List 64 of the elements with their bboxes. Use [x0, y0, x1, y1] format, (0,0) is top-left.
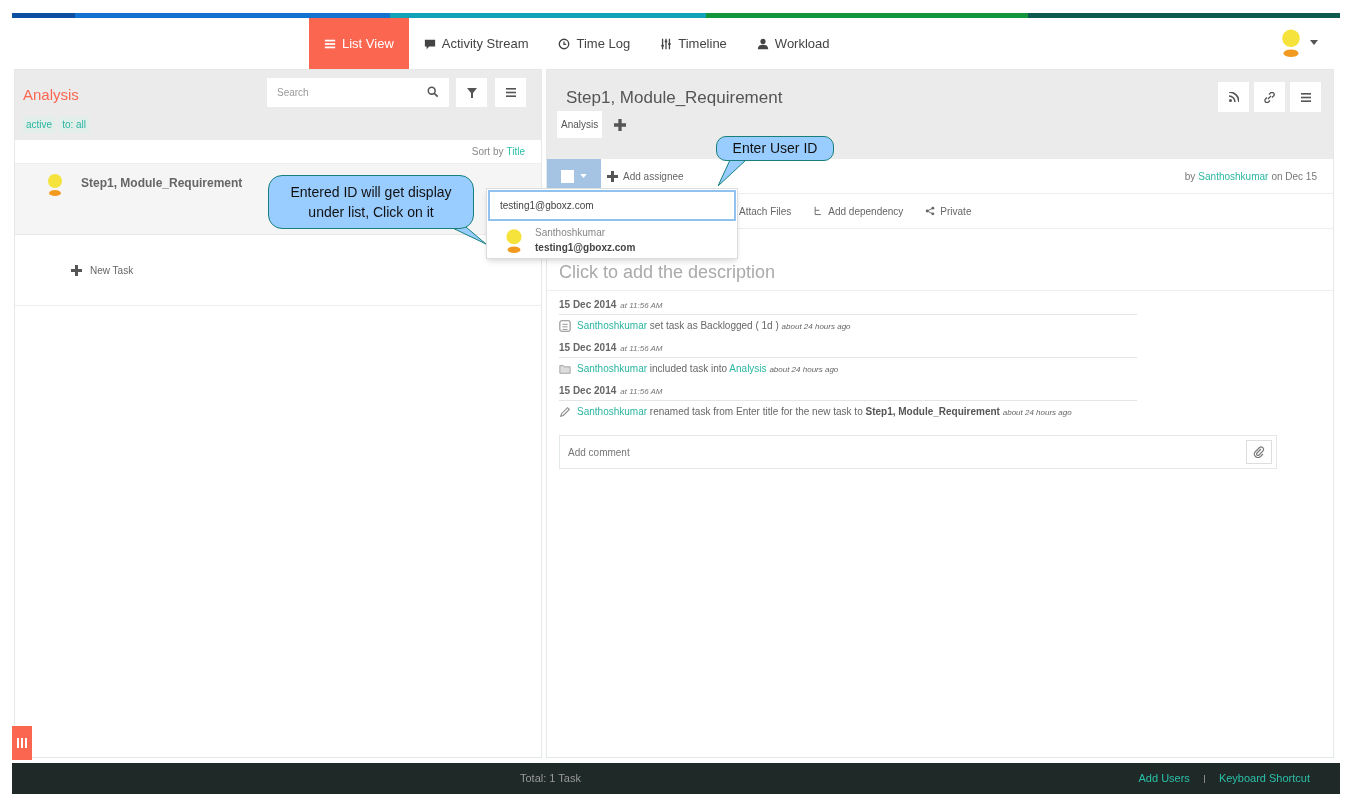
activity-text: Santhoshkumar set task as Backlogged ( 1d ) about 24 hours ago	[577, 319, 851, 333]
plus-icon	[614, 118, 627, 131]
list-icon	[324, 37, 336, 50]
activity-text: Santhoshkumar renamed task from Enter title for the new task to Step1, Module_Requirement about 24 hours ago	[577, 405, 1072, 419]
menu-icon	[505, 88, 516, 97]
pencil-icon	[559, 406, 571, 418]
nav-tab[interactable]: Timeline	[645, 18, 742, 69]
action-button[interactable]: Private	[925, 203, 972, 219]
by-label: by	[1184, 169, 1196, 184]
action-button[interactable]: Attach Files	[739, 203, 792, 219]
caret-icon	[580, 174, 587, 178]
add-assignee-button[interactable]: Add assignee	[607, 168, 684, 184]
panel-toggle-button[interactable]	[12, 726, 32, 760]
activity-date: 15 Dec 2014	[559, 298, 617, 312]
activity-text: Santhoshkumar included task into Analysis about 24 hours ago	[577, 362, 839, 376]
link-button[interactable]	[1254, 82, 1285, 112]
task-title: Step1, Module_Requirement	[566, 87, 783, 109]
activity-date: 15 Dec 2014	[559, 384, 617, 398]
add-tag-button[interactable]	[614, 118, 627, 131]
rss-button[interactable]	[1218, 82, 1249, 112]
plus-icon	[607, 170, 618, 182]
folder-icon	[559, 363, 571, 375]
nav-tab[interactable]: Workload	[741, 18, 845, 69]
plus-icon	[71, 264, 82, 276]
date-label: on Dec 15	[1271, 169, 1317, 184]
new-task-button[interactable]: New Task	[71, 262, 134, 278]
task-title: Step1, Module_Requirement	[81, 175, 243, 192]
user-icon	[756, 37, 769, 50]
list-title: Analysis	[23, 85, 79, 105]
search-icon	[427, 86, 439, 98]
filter-button[interactable]	[456, 78, 487, 107]
share-icon	[925, 206, 936, 216]
task-count: Total: 1 Task	[520, 771, 581, 787]
callout-pointer	[718, 159, 748, 187]
filter-icon	[466, 87, 477, 98]
nav-tab[interactable]: Time Log	[543, 18, 646, 69]
sliders-icon	[660, 37, 673, 50]
dependency-icon	[813, 206, 824, 216]
user-email: testing1@gboxz.com	[535, 241, 636, 255]
paperclip-icon	[1253, 446, 1265, 458]
menu-button[interactable]	[495, 78, 526, 107]
speech-bubble-icon	[423, 37, 436, 50]
user-id-field[interactable]: testing1@gboxz.com	[488, 190, 736, 221]
caret-icon[interactable]	[1310, 39, 1318, 45]
sort-label: Sort by	[471, 145, 504, 159]
activity-time: at 11:56 AM	[620, 386, 663, 398]
action-button[interactable]: Add dependency	[813, 203, 904, 219]
activity-time: at 11:56 AM	[620, 300, 663, 312]
menu-icon	[1300, 92, 1311, 102]
attach-button[interactable]	[1246, 440, 1272, 464]
footer-link[interactable]: Keyboard Shortcut	[1218, 770, 1310, 787]
calendar-icon	[559, 320, 571, 332]
activity-time: at 11:56 AM	[620, 343, 663, 355]
bars-icon	[17, 738, 27, 748]
nav-tab[interactable]: Activity Stream	[408, 18, 544, 69]
menu-button[interactable]	[1290, 82, 1321, 112]
footer-link[interactable]: Add Users	[1138, 770, 1190, 787]
comment-field[interactable]: Add comment	[559, 435, 1277, 469]
tag[interactable]: Analysis	[557, 111, 603, 138]
link-icon	[1264, 91, 1275, 103]
rss-icon	[1228, 92, 1239, 102]
search-field[interactable]: Search	[267, 78, 449, 107]
clock-icon	[558, 37, 571, 50]
activity-date: 15 Dec 2014	[559, 341, 617, 355]
